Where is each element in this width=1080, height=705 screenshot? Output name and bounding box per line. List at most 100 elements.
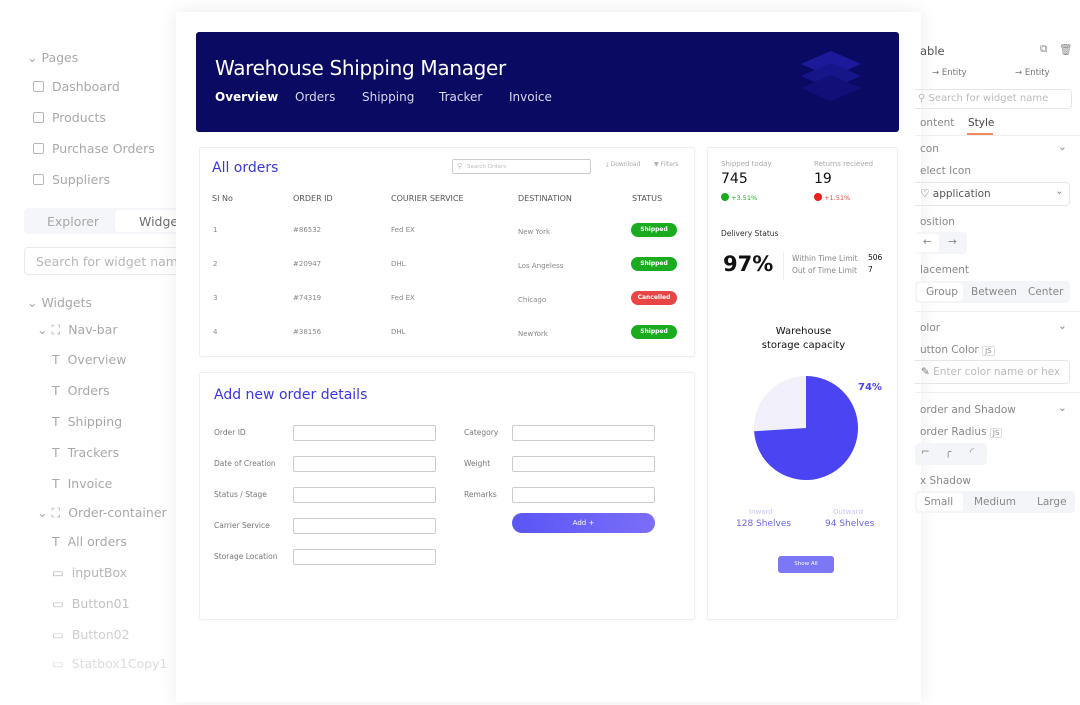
nav-shipping[interactable]: Shipping	[362, 90, 414, 104]
form-title: Add new order details	[214, 387, 368, 403]
input-icon: ▭	[52, 565, 64, 580]
widget-search-input[interactable]: Search for widget name	[36, 254, 186, 269]
field-input[interactable]	[512, 487, 655, 503]
container-icon: ⛶	[51, 322, 61, 337]
tree-item[interactable]: T Trackers	[52, 445, 119, 460]
chevron-down-icon[interactable]: ⌄	[1058, 141, 1067, 153]
button-color-input[interactable]: ✎ Enter color name or hex	[921, 366, 1060, 378]
shadow-small[interactable]: Small	[924, 496, 953, 508]
widgets-section-toggle[interactable]: ⌄ Widgets	[27, 295, 92, 310]
nav-orders[interactable]: Orders	[295, 90, 335, 104]
nav-overview[interactable]: Overview	[215, 90, 278, 104]
within-limit-value: 506	[868, 253, 883, 262]
within-limit-label: Within Time Limit	[792, 254, 858, 263]
tab-explorer[interactable]: Explorer	[47, 214, 99, 229]
field-input[interactable]	[293, 549, 436, 565]
add-order-button[interactable]: Add +	[512, 513, 655, 533]
field-label: Status / Stage	[214, 490, 267, 499]
arrow-right-icon[interactable]: →	[948, 236, 957, 248]
radius-square-icon[interactable]: ⌐	[921, 446, 930, 458]
shipped-today-label: Shipped today	[721, 160, 772, 168]
nav-invoice[interactable]: Invoice	[509, 90, 552, 104]
placement-group[interactable]: Group	[926, 286, 958, 298]
button-icon: ▭	[52, 627, 64, 642]
page-item-purchase-orders[interactable]: Purchase Orders	[33, 141, 155, 156]
field-input[interactable]	[293, 456, 436, 472]
chevron-down-icon: ⌄	[37, 505, 48, 520]
app-title: Warehouse Shipping Manager	[215, 56, 506, 80]
copy-icon[interactable]: ⧉	[1040, 43, 1048, 56]
status-badge: Shipped	[631, 325, 677, 339]
logo-stack-icon	[801, 51, 861, 101]
tree-item[interactable]: T Invoice	[52, 476, 112, 491]
text-icon: T	[52, 445, 60, 460]
capacity-title-line2: storage capacity	[761, 340, 846, 351]
radius-rounded-icon[interactable]: ╭	[945, 446, 951, 458]
tree-item[interactable]: ▭ Button01	[52, 596, 130, 611]
select-icon-dropdown[interactable]: ♡ application	[920, 188, 991, 200]
out-limit-value: 7	[868, 265, 873, 274]
delete-icon[interactable]: 🗑	[1059, 43, 1072, 56]
table-cell: 2	[213, 260, 218, 268]
text-icon: T	[52, 476, 60, 491]
chevron-down-icon[interactable]: ⌄	[1058, 320, 1067, 332]
page-item-suppliers[interactable]: Suppliers	[33, 172, 110, 187]
field-input[interactable]	[293, 425, 436, 441]
radius-full-icon[interactable]: ◜	[970, 446, 974, 458]
page-item-products[interactable]: Products	[33, 110, 106, 125]
returns-label: Returns recieved	[814, 160, 874, 168]
table-cell: 4	[213, 328, 218, 336]
position-label: osition	[920, 216, 955, 228]
button-icon: ▭	[52, 596, 64, 611]
returns-change: +1.51%	[814, 193, 850, 202]
column-header: DESTINATION	[518, 194, 572, 203]
placement-center[interactable]: Center	[1028, 286, 1063, 298]
outward-label: Outward	[833, 508, 863, 516]
shipped-change: +3.51%	[721, 193, 757, 202]
border-radius-label: order Radius JS	[920, 426, 1003, 438]
tree-item[interactable]: T All orders	[52, 534, 127, 549]
shadow-large[interactable]: Large	[1037, 496, 1067, 508]
table-cell: Chicago	[518, 296, 547, 304]
chevron-down-icon[interactable]: ⌄	[1058, 402, 1067, 414]
tree-item[interactable]: ▭ Statbox1Copy1	[52, 656, 167, 671]
tree-item[interactable]: ⌄ ⛶ Nav-bar	[37, 322, 118, 338]
page-icon	[33, 143, 44, 154]
shadow-medium[interactable]: Medium	[974, 496, 1016, 508]
delivery-status-title: Delivery Status	[721, 229, 779, 238]
properties-panel: able ⧉ 🗑 → Entity → Entity ⚲ Search for …	[915, 35, 1080, 535]
tree-item[interactable]: T Shipping	[52, 414, 122, 429]
box-shadow-label: x Shadow	[920, 475, 971, 487]
tree-item[interactable]: T Overview	[52, 352, 126, 367]
tree-item[interactable]: ▭ inputBox	[52, 565, 127, 580]
tab-style[interactable]: Style	[968, 117, 994, 129]
delivery-pct: 97%	[723, 252, 774, 276]
tree-item[interactable]: ▭ Button02	[52, 627, 130, 642]
outward-value: 94 Shelves	[825, 519, 875, 529]
orders-search-input[interactable]: ⚲ Search Orders	[452, 159, 591, 174]
text-icon: T	[52, 352, 60, 367]
field-input[interactable]	[512, 425, 655, 441]
show-all-button[interactable]: Show All	[778, 556, 834, 573]
panel-search-input[interactable]: ⚲ Search for widget name	[918, 93, 1048, 104]
field-input[interactable]	[512, 456, 655, 472]
field-input[interactable]	[293, 518, 436, 534]
field-input[interactable]	[293, 487, 436, 503]
nav-tracker[interactable]: Tracker	[439, 90, 482, 104]
arrow-left-icon[interactable]: ←	[923, 236, 932, 248]
pages-section-toggle[interactable]: ⌄ Pages	[27, 50, 78, 65]
entity-link-2[interactable]: → Entity	[1015, 68, 1050, 78]
tree-item[interactable]: ⌄ ⛶ Order-container	[37, 505, 167, 521]
returns-value: 19	[814, 171, 832, 187]
tab-widgets[interactable]: Widge	[139, 214, 178, 229]
status-badge: Shipped	[631, 257, 677, 271]
table-cell: DHL	[391, 260, 406, 268]
download-button[interactable]: ⤓ Download	[606, 161, 640, 169]
entity-link-1[interactable]: → Entity	[932, 68, 967, 78]
filters-button[interactable]: ▼ Filters	[654, 161, 679, 168]
tab-content[interactable]: ontent	[920, 117, 954, 129]
page-item-dashboard[interactable]: Dashboard	[33, 79, 120, 94]
table-cell: NewYork	[518, 330, 548, 338]
tree-item[interactable]: T Orders	[52, 383, 110, 398]
placement-between[interactable]: Between	[971, 286, 1017, 298]
